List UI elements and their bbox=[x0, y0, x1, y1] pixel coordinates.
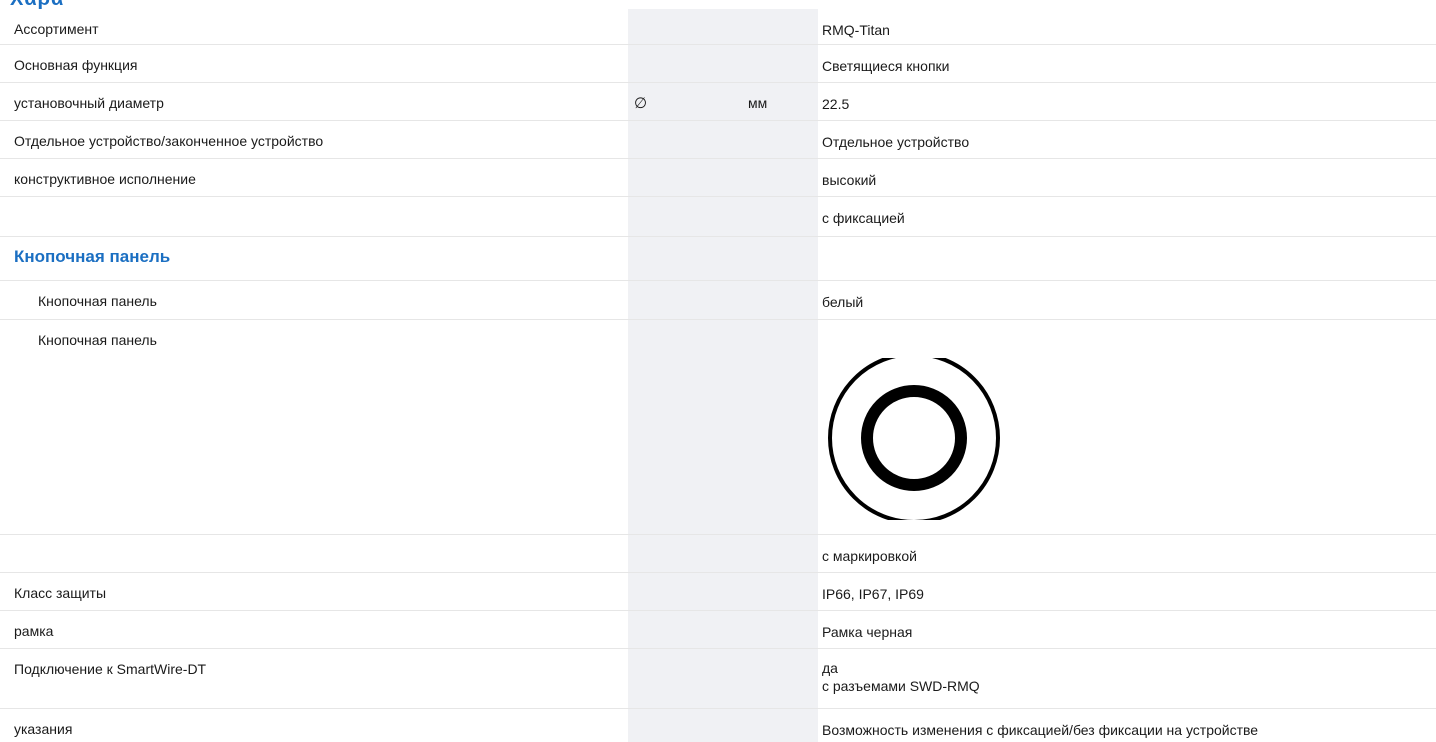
row-label: Подключение к SmartWire-DT bbox=[14, 661, 207, 677]
unit-label: мм bbox=[748, 95, 768, 111]
row-label: Кнопочная панель bbox=[38, 293, 157, 309]
row-value: 22.5 bbox=[822, 96, 850, 112]
row-label: Ассортимент bbox=[14, 21, 99, 37]
row-label: Класс защиты bbox=[14, 585, 107, 601]
spec-row-design: конструктивное исполнение высокий bbox=[0, 159, 1436, 197]
spec-row-notes: указания Возможность изменения с фиксаци… bbox=[0, 709, 1436, 742]
spec-row-button-plate-symbol: Кнопочная панель bbox=[0, 320, 1436, 535]
row-label: Основная функция bbox=[14, 57, 138, 73]
circle-in-circle-icon bbox=[828, 358, 1000, 520]
row-value: с фиксацией bbox=[822, 210, 905, 226]
row-value: Возможность изменения с фиксацией/без фи… bbox=[822, 722, 1259, 738]
row-label: Отдельное устройство/законченное устройс… bbox=[14, 133, 324, 149]
truncated-header: Χαρα bbox=[0, 0, 190, 9]
row-value: Рамка черная bbox=[822, 624, 913, 640]
row-value: IP66, IP67, IP69 bbox=[822, 586, 924, 602]
row-value: Светящиеся кнопки bbox=[822, 58, 950, 74]
spec-row-main-function: Основная функция Светящиеся кнопки bbox=[0, 45, 1436, 83]
row-label: Кнопочная панель bbox=[38, 332, 157, 348]
row-value-line: с разъемами SWD-RMQ bbox=[822, 678, 980, 694]
diameter-symbol: ∅ bbox=[634, 95, 648, 112]
section-title: Кнопочная панель bbox=[14, 247, 171, 266]
spec-row-device-type: Отдельное устройство/законченное устройс… bbox=[0, 121, 1436, 159]
spec-row-latching: с фиксацией bbox=[0, 197, 1436, 237]
row-label: установочный диаметр bbox=[14, 95, 164, 111]
section-row-button-plate: Кнопочная панель bbox=[0, 237, 1436, 281]
row-value-multiline: да с разъемами SWD-RMQ bbox=[822, 659, 980, 695]
row-value: с маркировкой bbox=[822, 548, 917, 564]
spec-row-frame: рамка Рамка черная bbox=[0, 611, 1436, 649]
row-label: конструктивное исполнение bbox=[14, 171, 196, 187]
row-label: рамка bbox=[14, 623, 54, 639]
truncated-header-text: Χαρα bbox=[10, 0, 64, 9]
row-value-line: да bbox=[822, 660, 838, 676]
row-value: высокий bbox=[822, 172, 877, 188]
spec-row-mount-diameter: установочный диаметр ∅ мм 22.5 bbox=[0, 83, 1436, 121]
spec-row-protection-class: Класс защиты IP66, IP67, IP69 bbox=[0, 573, 1436, 611]
spec-row-button-plate-color: Кнопочная панель белый bbox=[0, 281, 1436, 320]
row-label: указания bbox=[14, 721, 73, 737]
row-value: белый bbox=[822, 294, 864, 310]
spec-row-marking: с маркировкой bbox=[0, 535, 1436, 573]
spec-row-smartwire: Подключение к SmartWire-DT да с разъемам… bbox=[0, 649, 1436, 709]
row-value: RMQ-Titan bbox=[822, 22, 890, 38]
row-value: Отдельное устройство bbox=[822, 134, 970, 150]
spec-row-assortment: Ассортимент RMQ-Titan bbox=[0, 9, 1436, 45]
